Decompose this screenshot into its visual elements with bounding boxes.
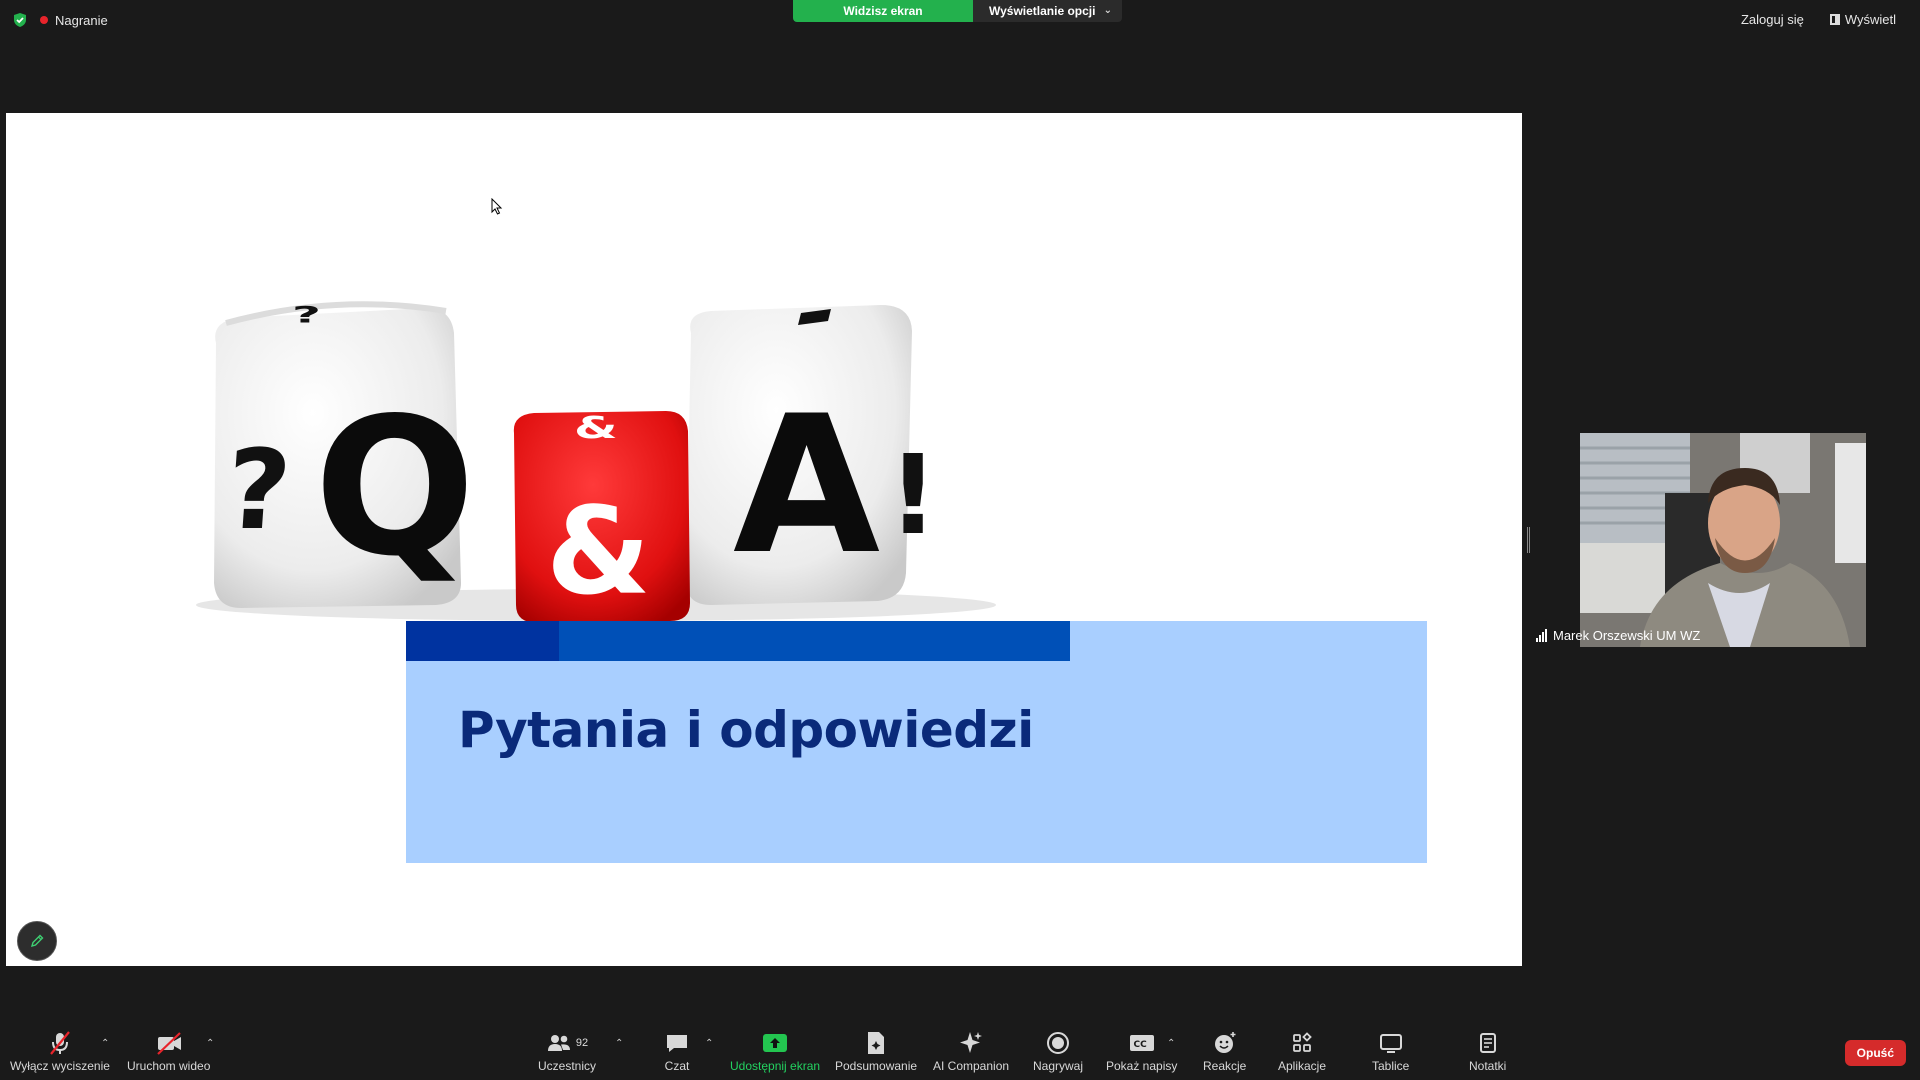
- captions-caret-icon[interactable]: ⌃: [1167, 1038, 1175, 1049]
- whiteboard-icon: [1379, 1034, 1402, 1053]
- view-options-label: Wyświetlanie opcji: [989, 4, 1096, 18]
- view-button-label: Wyświetl: [1844, 12, 1896, 27]
- participant-video-frame: [1580, 433, 1866, 647]
- video-options-caret-icon[interactable]: ⌃: [206, 1038, 214, 1049]
- participants-icon: [547, 1035, 570, 1051]
- recording-dot-icon: [40, 16, 48, 24]
- view-button[interactable]: Wyświetl: [1822, 10, 1904, 29]
- emoji-reaction-icon: [1214, 1032, 1236, 1053]
- participants-count: 92: [575, 1037, 589, 1049]
- participant-name-label: Marek Orszewski UM WZ: [1536, 628, 1700, 643]
- chat-label: Czat: [664, 1059, 690, 1073]
- panel-resize-handle[interactable]: [1527, 527, 1530, 553]
- chat-bubble-icon: [667, 1035, 687, 1052]
- chat-button[interactable]: Czat: [664, 1030, 690, 1073]
- top-right-controls: Zaloguj się Wyświetl: [1733, 10, 1904, 29]
- top-bar: Nagranie Widzisz ekran marta.bujko Wyświ…: [0, 0, 1920, 40]
- slide-title-box: Pytania i odpowiedzi: [406, 661, 1427, 863]
- show-captions-label: Pokaż napisy: [1106, 1059, 1178, 1073]
- annotate-pen-button[interactable]: [17, 921, 57, 961]
- title-band: [406, 621, 1427, 661]
- leave-meeting-button[interactable]: Opuść: [1844, 1040, 1906, 1066]
- participant-video-tile[interactable]: [1580, 433, 1866, 647]
- meeting-toolbar: Wyłącz wyciszenie ⌃ Uruchom wideo ⌃ 92 U…: [0, 1020, 1920, 1080]
- view-layout-icon: [1829, 14, 1840, 25]
- audio-options-caret-icon[interactable]: ⌃: [101, 1038, 109, 1049]
- reactions-button[interactable]: Reakcje: [1203, 1030, 1246, 1073]
- participants-caret-icon[interactable]: ⌃: [615, 1038, 623, 1049]
- notes-button[interactable]: Notatki: [1469, 1030, 1506, 1073]
- svg-text:&: &: [574, 410, 618, 445]
- share-banner-label: Widzisz ekran marta.bujko: [793, 0, 973, 22]
- recording-indicator[interactable]: Nagranie: [40, 10, 108, 30]
- svg-text:CC: CC: [1133, 1040, 1147, 1050]
- unmute-button[interactable]: Wyłącz wyciszenie: [10, 1030, 110, 1073]
- apps-label: Aplikacje: [1278, 1059, 1327, 1073]
- recording-label: Nagranie: [55, 12, 108, 28]
- share-screen-label: Udostępnij ekran: [730, 1059, 821, 1073]
- start-video-label: Uruchom wideo: [127, 1059, 211, 1073]
- microphone-muted-icon: [50, 1031, 70, 1055]
- qa-dice-image: ? Q ? A ! & &: [196, 301, 996, 623]
- summary-button[interactable]: Podsumowanie: [835, 1030, 917, 1073]
- signal-strength-icon: [1536, 629, 1547, 642]
- svg-text:!: !: [888, 431, 938, 559]
- record-button[interactable]: Nagrywaj: [1033, 1030, 1083, 1073]
- whiteboards-label: Tablice: [1372, 1059, 1410, 1073]
- notes-icon: [1479, 1033, 1496, 1053]
- record-icon: [1047, 1032, 1069, 1054]
- participant-name: Marek Orszewski UM WZ: [1553, 628, 1701, 643]
- sparkle-icon: [960, 1032, 983, 1053]
- document-summary-icon: [868, 1032, 885, 1054]
- video-camera-off-icon: [156, 1032, 181, 1055]
- record-label: Nagrywaj: [1033, 1059, 1084, 1073]
- shared-screen-slide: ? Q ? A ! & & Pytania i odpowiedzi: [6, 113, 1522, 966]
- show-captions-button[interactable]: CC Pokaż napisy: [1106, 1030, 1177, 1073]
- svg-text:Q: Q: [314, 377, 476, 598]
- svg-text:?: ?: [222, 426, 295, 554]
- screen-share-banner: Widzisz ekran marta.bujko Wyświetlanie o…: [793, 0, 1122, 22]
- view-options-dropdown[interactable]: Wyświetlanie opcji ⌄: [973, 0, 1122, 22]
- slide-title: Pytania i odpowiedzi: [458, 701, 1034, 759]
- unmute-label: Wyłącz wyciszenie: [10, 1059, 110, 1073]
- pencil-icon: [30, 934, 44, 948]
- svg-text:A: A: [733, 375, 880, 596]
- closed-captions-icon: CC: [1129, 1035, 1154, 1051]
- share-screen-button[interactable]: Udostępnij ekran: [730, 1030, 820, 1073]
- participants-button[interactable]: 92 Uczestnicy: [538, 1030, 596, 1073]
- ai-companion-button[interactable]: AI Companion: [933, 1030, 1009, 1073]
- share-screen-icon: [763, 1034, 788, 1052]
- mouse-cursor-icon: [491, 198, 503, 215]
- whiteboards-button[interactable]: Tablice: [1372, 1030, 1409, 1073]
- svg-text:&: &: [546, 483, 651, 622]
- participants-label: Uczestnicy: [538, 1059, 597, 1073]
- apps-button[interactable]: Aplikacje: [1278, 1030, 1326, 1073]
- reactions-label: Reakcje: [1203, 1059, 1247, 1073]
- title-band-dark-segment: [406, 621, 559, 661]
- notes-label: Notatki: [1469, 1059, 1507, 1073]
- apps-grid-icon: [1293, 1032, 1312, 1052]
- chevron-down-icon: ⌄: [1103, 5, 1112, 16]
- ai-companion-label: AI Companion: [933, 1059, 1010, 1073]
- chat-caret-icon[interactable]: ⌃: [705, 1038, 713, 1049]
- title-band-mid-segment: [559, 621, 1070, 661]
- summary-label: Podsumowanie: [835, 1059, 918, 1073]
- security-shield-icon[interactable]: [12, 12, 28, 28]
- svg-text:?: ?: [292, 302, 321, 328]
- start-video-button[interactable]: Uruchom wideo: [127, 1030, 210, 1073]
- sign-in-button[interactable]: Zaloguj się: [1733, 10, 1812, 29]
